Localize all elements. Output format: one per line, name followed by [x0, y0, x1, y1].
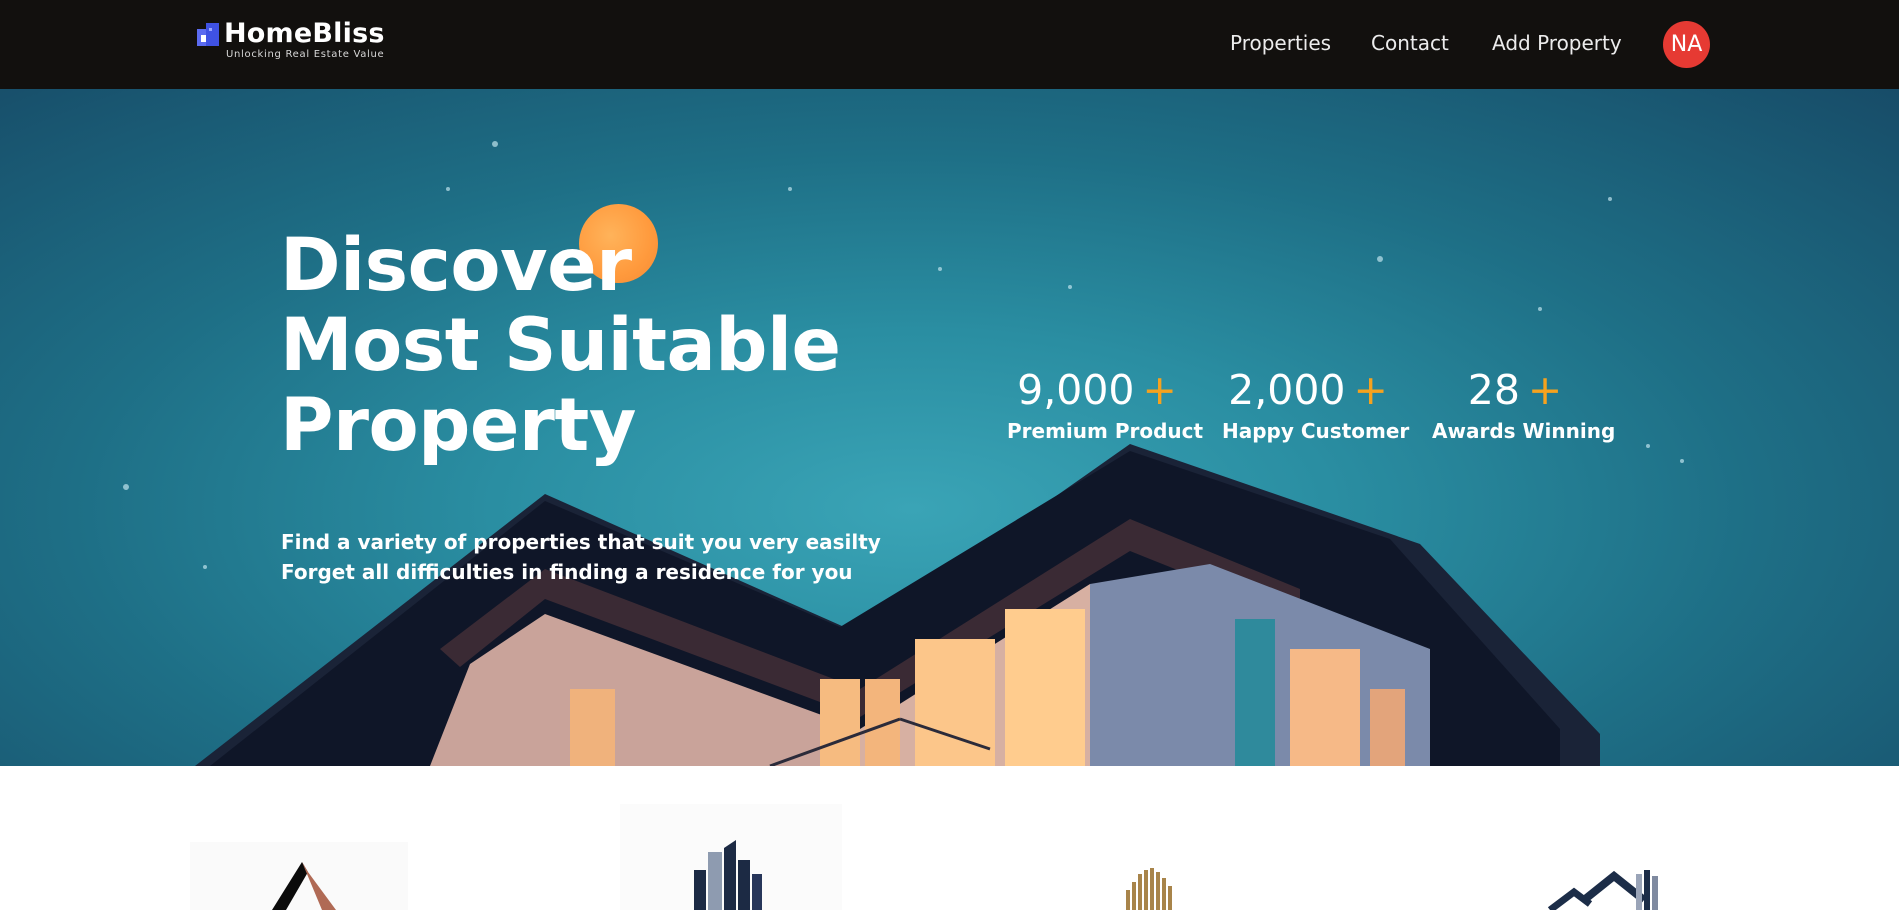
nav-link-contact[interactable]: Contact: [1371, 31, 1449, 55]
skyscraper-logo-icon: [620, 804, 842, 910]
hero-subtitle-line: Find a variety of properties that suit y…: [281, 530, 881, 554]
building-icon: [197, 23, 219, 46]
stat-number: 2,000: [1228, 366, 1346, 414]
roof-triangle-logo-icon: [190, 842, 408, 910]
hero-title-line: Discover: [280, 223, 632, 308]
brand-logo[interactable]: HomeBliss Unlocking Real Estate Value: [197, 18, 407, 64]
stat-label: Happy Customer: [1222, 419, 1410, 443]
hero-subtitle: Find a variety of properties that suit y…: [281, 527, 881, 587]
stat-happy-customer: 2,000 + Happy Customer: [1222, 365, 1410, 443]
brand-tagline: Unlocking Real Estate Value: [226, 49, 385, 60]
stat-label: Awards Winning: [1432, 419, 1616, 443]
stat-premium-product: 9,000 + Premium Product: [1007, 365, 1204, 443]
top-navbar: HomeBliss Unlocking Real Estate Value Pr…: [0, 0, 1899, 89]
hero-section: Discover Most Suitable Property Find a v…: [0, 89, 1899, 766]
nav-link-properties[interactable]: Properties: [1230, 31, 1331, 55]
brand-name: HomeBliss: [224, 18, 385, 49]
stat-plus: +: [1527, 366, 1563, 414]
stat-label: Premium Product: [1007, 419, 1204, 443]
hero-title-line: Most Suitable: [280, 303, 841, 388]
stat-awards-winning: 28 + Awards Winning: [1432, 365, 1616, 443]
user-avatar[interactable]: NA: [1663, 21, 1710, 68]
stat-plus: +: [1142, 366, 1177, 414]
stat-value: 2,000 +: [1222, 365, 1394, 415]
hero-title-line: Property: [280, 383, 636, 468]
stat-number: 28: [1467, 366, 1520, 414]
nav-link-add-property[interactable]: Add Property: [1492, 31, 1622, 55]
hero-subtitle-line: Forget all difficulties in finding a res…: [281, 560, 853, 584]
house-roof-logo-icon: [1547, 870, 1658, 910]
stat-value: 9,000 +: [1007, 365, 1187, 415]
stat-plus: +: [1353, 366, 1388, 414]
partner-logos: [0, 766, 1899, 910]
stat-number: 9,000: [1017, 366, 1135, 414]
gold-building-logo-icon: [1126, 868, 1172, 910]
stat-value: 28 +: [1432, 365, 1598, 415]
hero-title: Discover Most Suitable Property: [280, 226, 920, 466]
